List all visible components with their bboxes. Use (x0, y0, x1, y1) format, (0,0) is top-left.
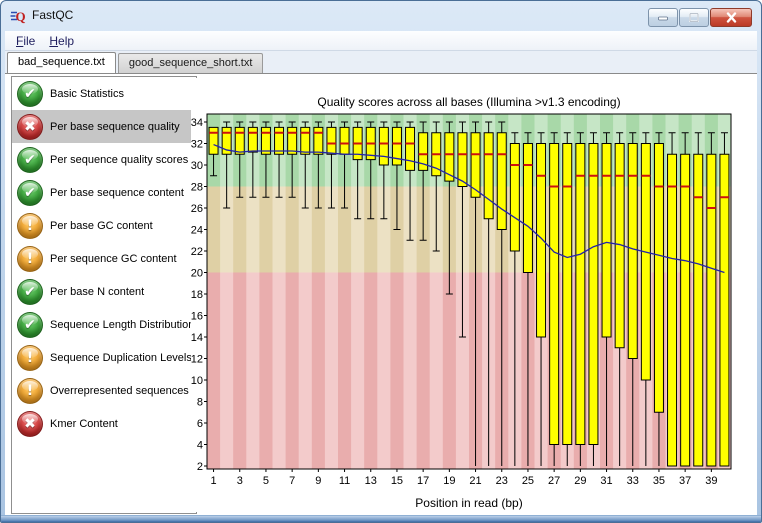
maximize-button[interactable] (679, 8, 709, 27)
module-item-label: Per sequence quality scores (50, 153, 189, 166)
svg-text:17: 17 (417, 475, 429, 487)
minimize-button[interactable] (648, 8, 678, 27)
svg-text:15: 15 (391, 475, 403, 487)
module-item-label: Basic Statistics (50, 87, 124, 100)
tab-bar: bad_sequence.txt good_sequence_short.txt (7, 51, 265, 73)
svg-text:4: 4 (197, 439, 203, 451)
check-icon: ✔ (17, 80, 43, 107)
svg-text:3: 3 (237, 475, 243, 487)
content-panel: ✔ Basic Statistics ✖ Per base sequence qual… (5, 73, 757, 516)
module-item-label: Per base GC content (50, 219, 153, 232)
module-item-basic-statistics[interactable]: ✔ Basic Statistics (12, 77, 196, 110)
svg-text:8: 8 (197, 396, 203, 408)
window-controls (648, 8, 752, 27)
svg-text:2: 2 (197, 461, 203, 473)
module-item-label: Per sequence GC content (50, 252, 177, 265)
svg-text:16: 16 (191, 310, 203, 322)
title-bar[interactable]: Q FastQC (1, 1, 761, 31)
close-button[interactable] (710, 8, 752, 27)
svg-text:13: 13 (365, 475, 377, 487)
module-item-per-sequence-quality-scores[interactable]: ✔ Per sequence quality scores (12, 143, 196, 176)
warning-icon: ! (17, 212, 43, 239)
maximize-icon (689, 12, 699, 23)
svg-text:11: 11 (339, 475, 350, 487)
chart-title: Quality scores across all bases (Illumin… (317, 95, 620, 109)
svg-text:23: 23 (496, 475, 508, 487)
svg-text:14: 14 (191, 332, 203, 344)
work-area: bad_sequence.txt good_sequence_short.txt … (5, 51, 757, 516)
module-item-label: Per base N content (50, 285, 145, 298)
module-item-per-base-sequence-quality[interactable]: ✖ Per base sequence quality (12, 110, 196, 143)
svg-text:1: 1 (210, 475, 216, 487)
svg-text:10: 10 (191, 375, 203, 387)
check-icon: ✔ (17, 278, 43, 305)
menu-item-help[interactable]: Help (42, 33, 81, 49)
fastqc-logo-icon: Q (10, 9, 26, 24)
check-icon: ✔ (17, 179, 43, 206)
svg-text:19: 19 (443, 475, 455, 487)
chart-panel: 2 4 6 8 10 12 14 16 18 20 22 24 26 28 30 32 34 1 3 5 7 9 11 13 1… (191, 78, 749, 512)
svg-text:30: 30 (191, 160, 203, 172)
x-axis-title: Position in read (bp) (415, 496, 522, 510)
svg-text:37: 37 (679, 475, 691, 487)
warning-icon: ! (17, 344, 43, 371)
svg-text:32: 32 (191, 138, 203, 150)
svg-text:29: 29 (574, 475, 586, 487)
svg-text:7: 7 (289, 475, 295, 487)
svg-text:5: 5 (263, 475, 269, 487)
svg-text:6: 6 (197, 418, 203, 430)
svg-text:26: 26 (191, 203, 203, 215)
svg-text:35: 35 (653, 475, 665, 487)
svg-text:31: 31 (600, 475, 612, 487)
cross-icon: ✖ (17, 113, 43, 140)
fastqc-window: Q FastQC File Help bad_sequence.txt good… (0, 0, 762, 523)
module-item-sequence-duplication-levels[interactable]: ! Sequence Duplication Levels (12, 341, 196, 374)
module-item-per-base-sequence-content[interactable]: ✔ Per base sequence content (12, 176, 196, 209)
tab-good_sequence_short.txt[interactable]: good_sequence_short.txt (117, 53, 264, 73)
module-list: ✔ Basic Statistics ✖ Per base sequence qual… (11, 76, 197, 514)
svg-text:39: 39 (705, 475, 717, 487)
minimize-icon (658, 16, 668, 20)
warning-icon: ! (17, 245, 43, 272)
module-item-label: Per base sequence content (50, 186, 184, 199)
quality-boxplot-chart: 2468101214161820222426283032341 3 5 7 9 11 13 1… (191, 95, 732, 510)
svg-text:9: 9 (315, 475, 321, 487)
module-item-label: Kmer Content (50, 417, 118, 430)
module-item-label: Overrepresented sequences (50, 384, 189, 397)
module-item-per-sequence-gc-content[interactable]: ! Per sequence GC content (12, 242, 196, 275)
check-icon: ✔ (17, 311, 43, 338)
svg-text:Q: Q (16, 9, 26, 24)
svg-text:12: 12 (191, 353, 203, 365)
module-item-label: Sequence Duplication Levels (50, 351, 192, 364)
module-item-kmer-content[interactable]: ✖ Kmer Content (12, 407, 196, 440)
close-icon (726, 12, 736, 23)
tab-bad_sequence.txt[interactable]: bad_sequence.txt (7, 52, 116, 73)
menu-bar: File Help (5, 31, 757, 51)
menu-item-file[interactable]: File (9, 33, 42, 49)
svg-text:33: 33 (627, 475, 639, 487)
window-bottom-frame (1, 515, 761, 522)
module-item-per-base-n-content[interactable]: ✔ Per base N content (12, 275, 196, 308)
module-item-per-base-gc-content[interactable]: ! Per base GC content (12, 209, 196, 242)
module-item-label: Per base sequence quality (50, 120, 180, 133)
check-icon: ✔ (17, 146, 43, 173)
svg-text:27: 27 (548, 475, 560, 487)
window-title: FastQC (32, 8, 74, 22)
svg-text:28: 28 (191, 181, 203, 193)
module-item-overrepresented-sequences[interactable]: ! Overrepresented sequences (12, 374, 196, 407)
svg-text:18: 18 (191, 289, 203, 301)
warning-icon: ! (17, 377, 43, 404)
svg-text:34: 34 (191, 117, 203, 129)
svg-text:24: 24 (191, 224, 203, 236)
module-item-label: Sequence Length Distribution (50, 318, 195, 331)
module-item-sequence-length-distribution[interactable]: ✔ Sequence Length Distribution (12, 308, 196, 341)
cross-icon: ✖ (17, 410, 43, 437)
svg-text:25: 25 (522, 475, 534, 487)
svg-text:21: 21 (469, 475, 481, 487)
svg-text:22: 22 (191, 246, 203, 258)
svg-text:20: 20 (191, 267, 203, 279)
